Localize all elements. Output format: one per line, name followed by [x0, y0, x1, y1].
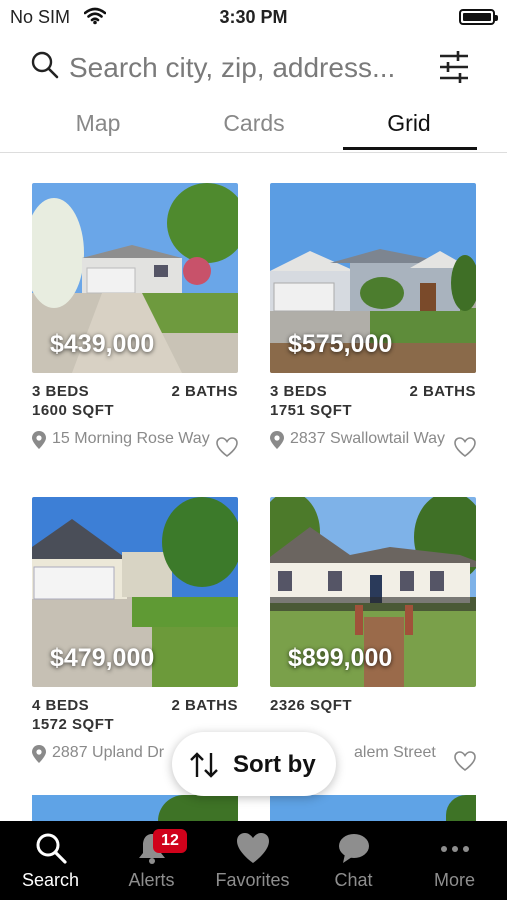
listing-baths: 2 BATHS	[171, 383, 238, 400]
favorite-heart-icon[interactable]	[454, 437, 476, 462]
alerts-count-badge: 12	[153, 829, 187, 853]
search-input[interactable]: Search city, zip, address...	[69, 52, 395, 84]
listing-address: alem Street	[354, 743, 464, 762]
listing-photo[interactable]: $899,000	[270, 497, 476, 687]
listing-address-text: 15 Morning Rose Way	[52, 430, 210, 447]
listing-sqft: 1751 SQFT	[270, 402, 353, 419]
listing-address: 2837 Swallowtail Way	[270, 429, 450, 449]
listing-price: $439,000	[50, 330, 155, 358]
listing-photo[interactable]: $575,000	[270, 183, 476, 373]
tab-bar-more[interactable]: More	[404, 821, 505, 900]
listing-card[interactable]: $575,000 3 BEDS 2 BATHS 1751 SQFT 2837 S…	[270, 183, 476, 473]
search-icon	[30, 50, 60, 85]
filter-sliders-icon[interactable]	[438, 50, 470, 89]
tab-bar-label: More	[433, 870, 475, 890]
tab-cards[interactable]: Cards	[188, 110, 320, 137]
listing-sqft: 2326 SQFT	[270, 697, 353, 714]
listing-baths: 2 BATHS	[171, 697, 238, 714]
favorite-heart-icon[interactable]	[216, 437, 238, 462]
bottom-tab-bar: Search 12 Alerts Favorites Chat More	[0, 821, 507, 900]
listing-card[interactable]: $439,000 3 BEDS 2 BATHS 1600 SQFT 15 Mor…	[32, 183, 238, 473]
favorite-heart-icon[interactable]	[454, 751, 476, 776]
heart-icon	[202, 831, 303, 865]
tab-bar-chat[interactable]: Chat	[303, 821, 404, 900]
tab-grid[interactable]: Grid	[343, 110, 475, 137]
location-pin-icon	[270, 431, 284, 454]
listing-address: 15 Morning Rose Way	[32, 429, 212, 449]
listing-photo[interactable]	[32, 795, 238, 821]
more-dots-icon	[404, 831, 505, 865]
listing-photo[interactable]: $479,000	[32, 497, 238, 687]
tab-bar-label: Favorites	[215, 870, 290, 890]
listing-photo[interactable]: $439,000	[32, 183, 238, 373]
tab-map[interactable]: Map	[32, 110, 164, 137]
listing-price: $479,000	[50, 644, 155, 672]
tab-bar-label: Chat	[334, 870, 373, 890]
listing-address-text: 2837 Swallowtail Way	[290, 430, 446, 447]
sort-arrows-icon	[188, 751, 220, 784]
search-bar[interactable]: Search city, zip, address...	[30, 46, 470, 90]
tab-bar-label: Alerts	[128, 870, 175, 890]
view-tabs: Map Cards Grid	[0, 104, 507, 153]
listing-sqft: 1600 SQFT	[32, 402, 115, 419]
sort-by-label: Sort by	[233, 751, 316, 778]
chat-bubble-icon	[303, 831, 404, 865]
listing-sqft: 1572 SQFT	[32, 716, 115, 733]
location-pin-icon	[32, 431, 46, 454]
tab-bar-search[interactable]: Search	[0, 821, 101, 900]
listing-beds: 3 BEDS	[270, 383, 328, 400]
sort-by-button[interactable]: Sort by	[172, 732, 336, 796]
battery-icon	[459, 9, 498, 25]
listing-baths: 2 BATHS	[409, 383, 476, 400]
listing-price: $899,000	[288, 644, 393, 672]
listing-beds: 4 BEDS	[32, 697, 90, 714]
status-bar: No SIM 3:30 PM	[0, 0, 507, 34]
tab-bar-label: Search	[21, 870, 80, 890]
listing-price: $575,000	[288, 330, 393, 358]
search-icon	[0, 831, 101, 865]
active-tab-indicator	[343, 147, 477, 150]
listing-address-text: alem Street	[354, 744, 436, 761]
location-pin-icon	[32, 745, 46, 768]
listing-photo[interactable]	[270, 795, 476, 821]
tab-bar-alerts[interactable]: 12 Alerts	[101, 821, 202, 900]
listing-beds: 3 BEDS	[32, 383, 90, 400]
tab-bar-favorites[interactable]: Favorites	[202, 821, 303, 900]
clock: 3:30 PM	[219, 7, 288, 27]
